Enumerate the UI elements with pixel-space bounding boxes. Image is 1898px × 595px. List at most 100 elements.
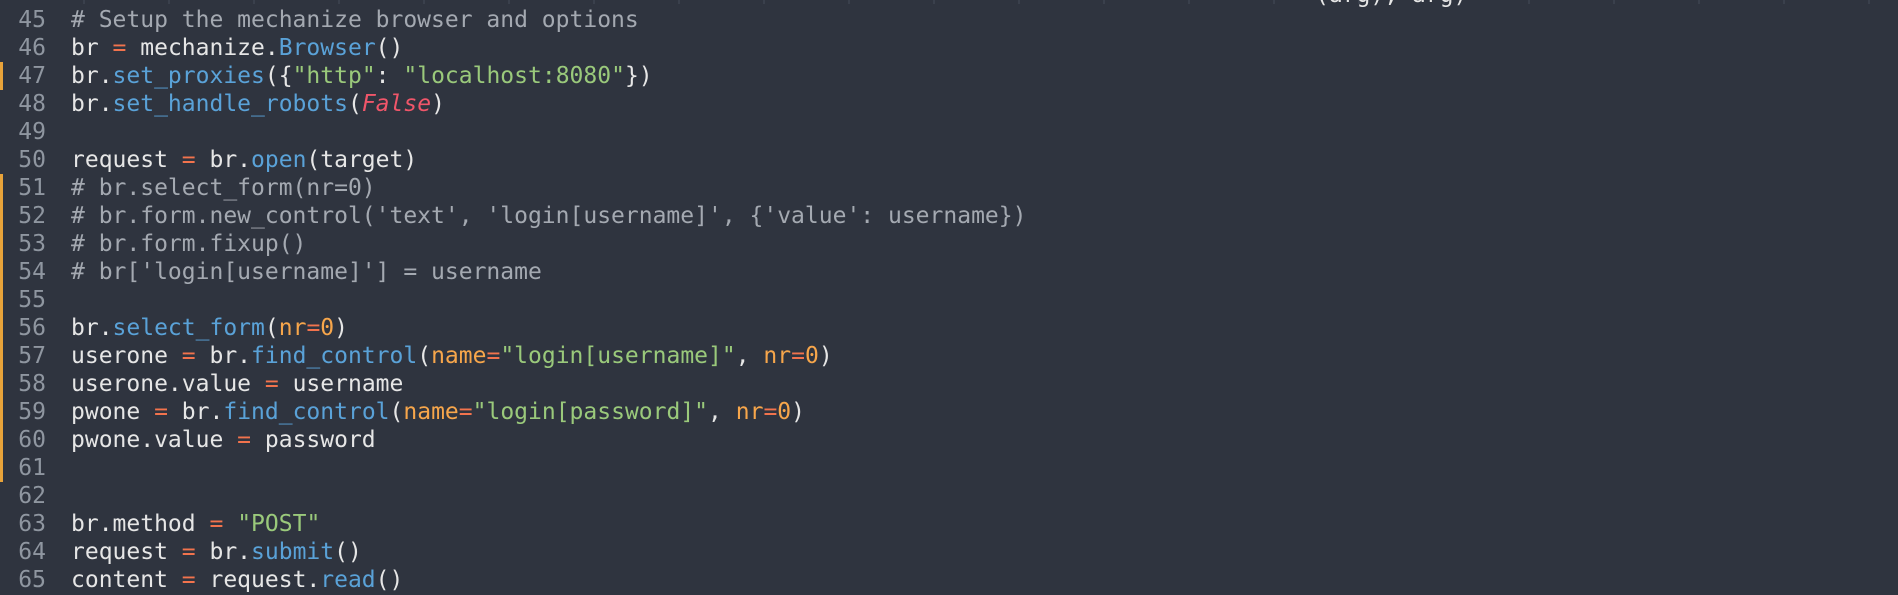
code-line[interactable]: 60 pwone.value = password xyxy=(0,426,1898,454)
code-token: (target) xyxy=(306,147,418,173)
code-token: = xyxy=(112,35,127,61)
code-token: "POST" xyxy=(237,511,321,537)
code-lines[interactable]: 45 # Setup the mechanize browser and opti… xyxy=(0,6,1898,594)
line-code[interactable]: pwone.value = password xyxy=(71,426,376,454)
code-token: = xyxy=(763,399,778,425)
code-token: find_control xyxy=(251,343,418,369)
code-line[interactable]: 62 xyxy=(0,482,1898,510)
code-line[interactable]: 45 # Setup the mechanize browser and opti… xyxy=(0,6,1898,34)
code-token: = xyxy=(264,371,279,397)
code-line[interactable]: 58 userone.value = username xyxy=(0,370,1898,398)
code-line[interactable]: 49 xyxy=(0,118,1898,146)
code-token: () xyxy=(375,35,404,61)
code-token: nr xyxy=(278,315,307,341)
code-token: # Setup the mechanize browser and option… xyxy=(71,7,639,33)
code-token: nr xyxy=(763,343,792,369)
code-token: br.method xyxy=(71,511,210,537)
line-code[interactable]: # br.select_form(nr=0) xyxy=(71,174,376,202)
code-line[interactable]: 52 # br.form.new_control('text', 'login[u… xyxy=(0,202,1898,230)
code-token: }) xyxy=(624,63,653,89)
code-line[interactable]: 59 pwone = br.find_control(name="login[pa… xyxy=(0,398,1898,426)
code-token: Browser xyxy=(278,35,376,61)
line-code[interactable]: # br.form.fixup() xyxy=(71,230,306,258)
code-token: select_form xyxy=(112,315,265,341)
code-token: password xyxy=(251,427,376,453)
code-token: = xyxy=(209,511,224,537)
code-token: request xyxy=(71,147,182,173)
line-number: 51 xyxy=(18,175,46,201)
code-token: br. xyxy=(195,343,252,369)
code-line[interactable]: 65 content = request.read() xyxy=(0,566,1898,594)
code-token: find_control xyxy=(223,399,390,425)
line-code[interactable]: # Setup the mechanize browser and option… xyxy=(71,6,639,34)
code-token: userone xyxy=(71,343,182,369)
code-token: ( xyxy=(417,343,432,369)
code-token: userone.value xyxy=(71,371,265,397)
code-token: 0 xyxy=(777,399,792,425)
line-number: 58 xyxy=(18,371,46,397)
code-token: username xyxy=(278,371,404,397)
line-code[interactable]: request = br.submit() xyxy=(71,538,362,566)
line-code[interactable]: br.select_form(nr=0) xyxy=(71,314,348,342)
code-token: = xyxy=(181,567,196,593)
code-line[interactable]: 46 br = mechanize.Browser() xyxy=(0,34,1898,62)
line-code[interactable]: # br.form.new_control('text', 'login[use… xyxy=(71,202,1026,230)
code-token: br. xyxy=(195,147,252,173)
code-token: 0 xyxy=(320,315,335,341)
code-line[interactable]: 54 # br['login[username]'] = username xyxy=(0,258,1898,286)
line-number: 61 xyxy=(18,455,46,481)
code-token: request xyxy=(71,539,182,565)
code-token: pwone.value xyxy=(71,427,238,453)
code-token: mechanize. xyxy=(126,35,279,61)
code-token: = xyxy=(306,315,321,341)
code-token: False xyxy=(361,91,432,117)
line-code[interactable]: request = br.open(target) xyxy=(71,146,417,174)
code-token: request. xyxy=(195,567,321,593)
code-line[interactable]: 64 request = br.submit() xyxy=(0,538,1898,566)
line-number: 57 xyxy=(18,343,46,369)
code-editor[interactable]: (arg), arg) 45# Setup the mechanize brow… xyxy=(0,0,1898,595)
code-token: ) xyxy=(791,399,806,425)
code-token: "localhost:8080" xyxy=(403,63,625,89)
code-token: = xyxy=(181,343,196,369)
code-token: 0 xyxy=(804,343,819,369)
line-number: 47 xyxy=(18,63,46,89)
line-code[interactable]: userone = br.find_control(name="login[us… xyxy=(71,342,833,370)
code-token: # br.form.new_control('text', 'login[use… xyxy=(71,203,1027,229)
line-code[interactable]: pwone = br.find_control(name="login[pass… xyxy=(71,398,805,426)
code-token: = xyxy=(486,343,501,369)
code-token: "login[password]" xyxy=(472,399,709,425)
code-line[interactable]: 53 # br.form.fixup() xyxy=(0,230,1898,258)
code-line[interactable]: 56 br.select_form(nr=0) xyxy=(0,314,1898,342)
code-line[interactable]: 50 request = br.open(target) xyxy=(0,146,1898,174)
code-token: br. xyxy=(71,63,113,89)
code-line[interactable]: 51 # br.select_form(nr=0) xyxy=(0,174,1898,202)
code-line[interactable]: 57 userone = br.find_control(name="login[… xyxy=(0,342,1898,370)
code-line[interactable]: 48 br.set_handle_robots(False) xyxy=(0,90,1898,118)
code-token: = xyxy=(154,399,168,425)
line-number: 62 xyxy=(18,483,46,509)
code-line[interactable]: 61 xyxy=(0,454,1898,482)
line-code[interactable]: userone.value = username xyxy=(71,370,403,398)
code-token: "http" xyxy=(292,63,376,89)
line-code[interactable]: br.method = "POST" xyxy=(71,510,320,538)
code-token: ( xyxy=(264,315,279,341)
code-token: nr xyxy=(735,399,764,425)
line-code[interactable]: # br['login[username]'] = username xyxy=(71,258,542,286)
line-code[interactable]: content = request.read() xyxy=(71,566,403,594)
code-token: = xyxy=(458,399,473,425)
code-token: submit xyxy=(251,539,335,565)
code-token: ( xyxy=(347,91,362,117)
line-code[interactable]: br.set_proxies({"http": "localhost:8080"… xyxy=(71,62,653,90)
code-line[interactable]: 47 br.set_proxies({"http": "localhost:808… xyxy=(0,62,1898,90)
code-line[interactable]: 55 xyxy=(0,286,1898,314)
code-line[interactable]: 63 br.method = "POST" xyxy=(0,510,1898,538)
code-token: open xyxy=(251,147,307,173)
code-token: name xyxy=(431,343,487,369)
line-code[interactable]: br.set_handle_robots(False) xyxy=(71,90,445,118)
code-token: = xyxy=(791,343,805,369)
code-token: = xyxy=(237,427,252,453)
code-token: "login[username]" xyxy=(500,343,736,369)
line-code[interactable]: br = mechanize.Browser() xyxy=(71,34,403,62)
